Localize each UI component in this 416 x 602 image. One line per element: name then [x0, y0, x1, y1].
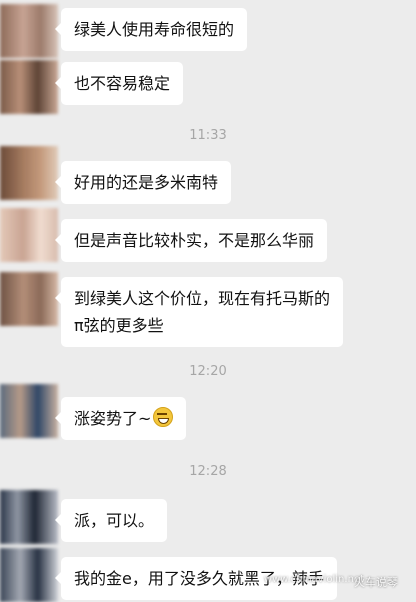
- avatar[interactable]: [0, 4, 58, 58]
- message-bubble[interactable]: 好用的还是多米南特: [54, 161, 232, 204]
- watermark-logo: 火车说琴: [354, 576, 398, 589]
- message-line: π弦的更多些: [74, 316, 164, 335]
- avatar[interactable]: [0, 272, 58, 326]
- watermark-url: www.chinaviolin.net: [263, 574, 364, 585]
- avatar[interactable]: [0, 146, 58, 200]
- timestamp: 11:33: [189, 128, 227, 143]
- grinning-emoji-icon: [153, 407, 174, 427]
- timestamp: 12:20: [189, 364, 227, 379]
- message-text: 涨姿势了~: [74, 409, 152, 428]
- message-bubble[interactable]: 绿美人使用寿命很短的: [54, 8, 248, 51]
- timestamp: 12:28: [189, 464, 227, 479]
- avatar[interactable]: [0, 548, 58, 602]
- avatar[interactable]: [0, 384, 58, 438]
- message-bubble[interactable]: 也不容易稳定: [54, 62, 184, 105]
- message-line: 到绿美人这个价位，现在有托马斯的: [74, 289, 331, 308]
- message-bubble[interactable]: 涨姿势了~: [54, 397, 187, 440]
- avatar[interactable]: [0, 490, 58, 544]
- message-bubble[interactable]: 但是声音比较朴实，不是那么华丽: [54, 219, 328, 262]
- message-bubble[interactable]: 到绿美人这个价位，现在有托马斯的 π弦的更多些: [54, 277, 344, 347]
- avatar[interactable]: [0, 208, 58, 262]
- avatar[interactable]: [0, 60, 58, 114]
- message-bubble[interactable]: 派，可以。: [54, 499, 168, 542]
